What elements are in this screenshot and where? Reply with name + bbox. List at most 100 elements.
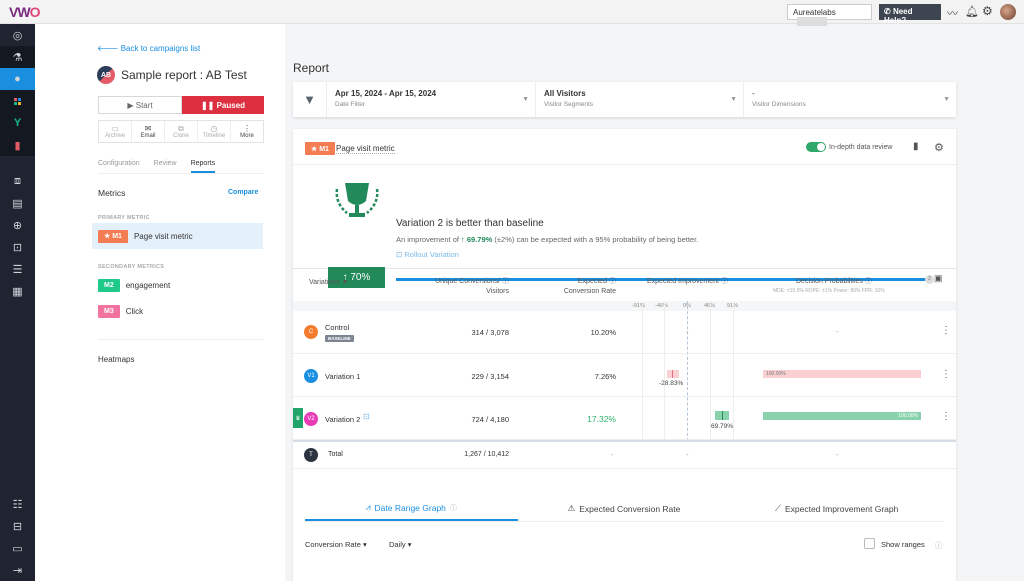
nav-funnel[interactable]: Y xyxy=(0,112,35,134)
nav-feedback[interactable]: ⊡ xyxy=(0,236,35,258)
nav-deploy[interactable]: ⧈ xyxy=(0,170,35,192)
nav-collapse[interactable]: ⇥ xyxy=(0,559,35,581)
mobile-icon: ▮ xyxy=(14,139,21,152)
apps-icon xyxy=(14,97,21,105)
visitor-segments-label: Visitor Segments xyxy=(544,101,594,108)
bell-icon[interactable]: 🔔︎ xyxy=(965,5,979,18)
back-link[interactable]: 🡐 Back to campaigns list xyxy=(97,43,200,53)
date-filter[interactable]: Apr 15, 2024 - Apr 15, 2024 Date Filter … xyxy=(327,82,536,117)
user-avatar[interactable] xyxy=(1000,4,1016,20)
rollout-variation-link[interactable]: ⊡ Rollout Variation xyxy=(396,250,459,259)
bell-curve-icon: ⚠︎ xyxy=(567,503,576,513)
expected-conversion-rate: 17.32% xyxy=(587,414,616,424)
table-header: Variations ▼ Unique Conversions/ ⓘ Visito… xyxy=(293,269,956,301)
activity-icon[interactable]: 〰 xyxy=(947,5,958,21)
archive-button[interactable]: ▭ Archive xyxy=(99,121,132,142)
tab-review[interactable]: Review xyxy=(154,160,177,173)
metric-dropdown[interactable]: Conversion Rate ▾ xyxy=(305,540,367,549)
decision-probability: - xyxy=(836,327,839,336)
need-help-button[interactable]: ✆ Need Help? xyxy=(879,4,941,25)
visitor-segments-filter[interactable]: All Visitors Visitor Segments ▼ xyxy=(536,82,744,117)
email-button[interactable]: ✉ Email xyxy=(132,121,165,142)
feedback-icon: ⊡ xyxy=(12,241,23,254)
nav-calendar[interactable]: ▦ xyxy=(0,280,35,302)
heatmaps-link[interactable]: Heatmaps xyxy=(98,355,134,364)
tab-expected-conversion-rate[interactable]: ⚠︎ Expected Conversion Rate xyxy=(518,496,731,521)
metric-item-m3[interactable]: M3 Click xyxy=(92,298,263,324)
tab-date-range-graph[interactable]: ⩘ Date Range Graph ⓘ xyxy=(305,496,518,521)
timeline-button[interactable]: ◷ Timeline xyxy=(198,121,231,142)
more-vertical-icon[interactable]: ⋮ xyxy=(941,325,951,336)
gear-icon[interactable]: ⚙ xyxy=(934,141,944,154)
indepth-label: In-depth data review xyxy=(829,144,893,151)
period-dropdown[interactable]: Daily ▾ xyxy=(389,540,412,549)
timeline-label: Timeline xyxy=(202,133,226,139)
help-icon[interactable]: ⓘ xyxy=(450,503,457,513)
more-vertical-icon[interactable]: ⋮ xyxy=(941,369,951,380)
start-button[interactable]: ▶ Start xyxy=(98,96,182,114)
tab-label: Expected Improvement Graph xyxy=(784,503,899,514)
desc-value: ↑ 69.79% xyxy=(461,235,493,244)
secondary-metrics-label: SECONDARY METRICS xyxy=(98,264,165,270)
metric-badge: M2 xyxy=(98,278,120,292)
col-unique-conversions: Unique Conversions/ ⓘ Visitors xyxy=(435,277,509,297)
improvement-value: -28.83% xyxy=(659,380,684,387)
compare-link[interactable]: Compare xyxy=(228,189,258,196)
more-button[interactable]: ⋮ More xyxy=(231,121,263,142)
nav-dashboard[interactable]: ◎ xyxy=(0,24,35,46)
table-row-variation-1[interactable]: V1 Variation 1 229 / 3,154 7.26% -28.83%… xyxy=(293,354,956,397)
nav-ab-test[interactable]: ● xyxy=(0,68,35,90)
gear-icon[interactable]: ⚙ xyxy=(982,4,993,18)
nav-list[interactable]: ▤ xyxy=(0,192,35,214)
clone-button[interactable]: ⧉ Clone xyxy=(165,121,198,142)
paused-button[interactable]: ❚❚ Paused xyxy=(182,96,264,114)
divider xyxy=(98,339,264,340)
metric-report-card: ★ M1 Page visit metric In-depth data rev… xyxy=(293,129,956,581)
more-vertical-icon[interactable]: ⋮ xyxy=(941,411,951,422)
campaign-title: Sample report : AB Test xyxy=(121,68,247,82)
winner-trophy-icon: ♛ xyxy=(293,408,303,428)
nav-testing[interactable]: ⚗ xyxy=(0,46,35,68)
arrow-left-icon: 🡐 xyxy=(97,44,121,53)
rollout-icon[interactable]: ⊡ xyxy=(363,412,370,421)
help-icon[interactable]: ⓘ xyxy=(935,540,943,551)
expected-conversion-rate: 7.26% xyxy=(594,372,616,381)
notebook-icon[interactable]: ▮ xyxy=(913,141,919,152)
nav-data[interactable]: ☰ xyxy=(0,258,35,280)
table-row-variation-2[interactable]: ♛ V2 Variation 2 ⊡ 724 / 4,180 17.32% 69… xyxy=(293,397,956,440)
metric-item-m1[interactable]: ★ M1 Page visit metric xyxy=(92,223,263,249)
nav-target[interactable]: ⊕ xyxy=(0,214,35,236)
show-ranges-checkbox[interactable] xyxy=(864,538,875,549)
nav-briefcase[interactable]: ⊟ xyxy=(0,515,35,537)
baseline-badge: BASELINE xyxy=(325,335,354,342)
variation-name: Variation 2 xyxy=(325,415,361,424)
metric-name[interactable]: Page visit metric xyxy=(336,144,395,154)
nav-mobile[interactable]: ▮ xyxy=(0,134,35,156)
tab-expected-improvement-graph[interactable]: ⟋ Expected Improvement Graph xyxy=(730,496,943,521)
metric-badge: ★ M1 xyxy=(305,142,335,155)
account-switcher[interactable]: Aureatelabs xyxy=(787,4,872,27)
indepth-toggle[interactable] xyxy=(806,142,826,152)
chevron-down-icon: ▼ xyxy=(730,96,737,103)
play-icon: ▶ xyxy=(127,100,136,110)
metric-item-m2[interactable]: M2 engagement xyxy=(92,272,263,298)
visitor-dimensions-filter[interactable]: - Visitor Dimensions ▼ xyxy=(744,82,956,117)
metric-name: Page visit metric xyxy=(133,231,193,241)
nav-apps[interactable] xyxy=(0,90,35,112)
table-row-control[interactable]: C Control BASELINE 314 / 3,078 10.20% - … xyxy=(293,311,956,354)
tab-reports[interactable]: Reports xyxy=(190,160,216,173)
filter-icon[interactable]: ▼ xyxy=(342,279,349,286)
help-icon[interactable]: ⓘ xyxy=(609,278,616,285)
nav-screen[interactable]: ▭ xyxy=(0,537,35,559)
vwo-logo[interactable]: VWO xyxy=(9,4,40,20)
filter-button[interactable]: ▼ xyxy=(293,82,327,117)
nav-settings[interactable]: ☷ xyxy=(0,493,35,515)
help-icon[interactable]: ⓘ xyxy=(865,278,872,285)
visitor-dimensions-value: - xyxy=(752,89,755,98)
tab-configuration[interactable]: Configuration xyxy=(98,160,140,173)
help-icon[interactable]: ⓘ xyxy=(721,278,728,285)
campaign-title-row: AB Sample report : AB Test xyxy=(97,66,247,84)
unique-conversions: 229 / 3,154 xyxy=(471,372,509,381)
help-icon[interactable]: ⓘ xyxy=(502,278,509,285)
